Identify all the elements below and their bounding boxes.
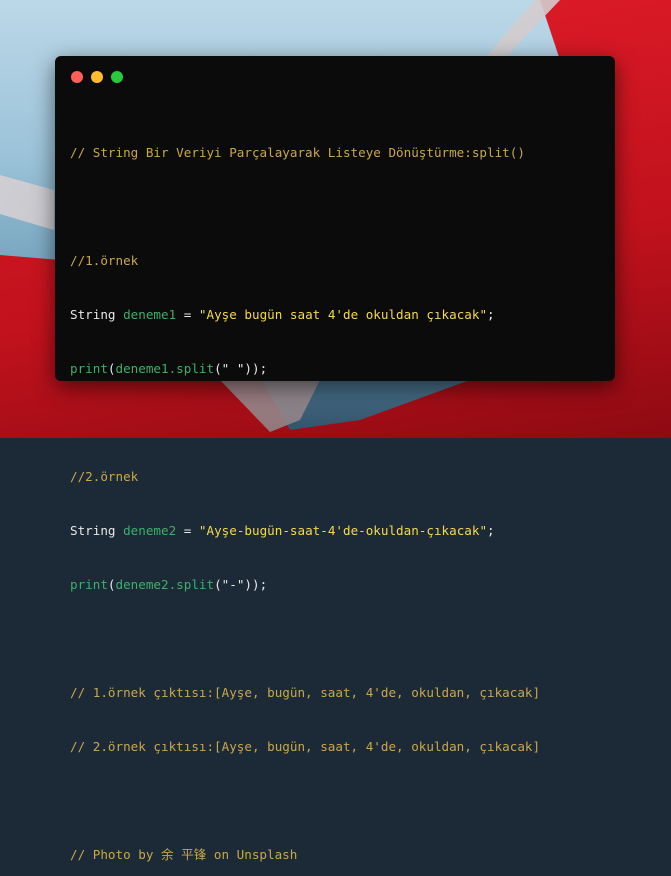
ex2-semi: ;: [487, 523, 495, 538]
ex2-var: deneme2: [123, 523, 177, 538]
code-line-ex2-print: print(deneme2.split("-"));: [70, 576, 605, 594]
ex1-close: );: [252, 361, 268, 376]
ex1-comment: //1.örnek: [70, 253, 139, 268]
code-line-title: // String Bir Veriyi Parçalayarak Listey…: [70, 144, 605, 162]
credit-comment: // Photo by 余 平锋 on Unsplash: [70, 847, 298, 862]
ex2-close: );: [252, 577, 268, 592]
ex2-type: String: [70, 523, 116, 538]
ex1-print-fn: print: [70, 361, 108, 376]
ex1-string: "Ayşe bugün saat 4'de okuldan çıkacak": [198, 307, 488, 322]
ex2-arg: ("-"): [214, 577, 253, 592]
code-line-ex1-comment: //1.örnek: [70, 252, 605, 270]
ex2-assign: =: [176, 523, 199, 538]
ex1-open: (: [107, 361, 116, 376]
code-block: // String Bir Veriyi Parçalayarak Listey…: [70, 108, 605, 876]
ex1-arg: (" "): [214, 361, 253, 376]
code-window: // String Bir Veriyi Parçalayarak Listey…: [55, 56, 615, 862]
code-line-ex1-print: print(deneme1.split(" "));: [70, 360, 605, 378]
ex2-call-obj: deneme2.split: [115, 577, 215, 592]
output1-comment: // 1.örnek çıktısı:[Ayşe, bugün, saat, 4…: [70, 685, 541, 700]
code-line-ex2-decl: String deneme2 = "Ayşe-bugün-saat-4'de-o…: [70, 522, 605, 540]
ex1-var: deneme1: [123, 307, 177, 322]
ex2-string: "Ayşe-bugün-saat-4'de-okuldan-çıkacak": [198, 523, 488, 538]
ex1-type: String: [70, 307, 116, 322]
code-line-output2: // 2.örnek çıktısı:[Ayşe, bugün, saat, 4…: [70, 738, 605, 756]
close-dot-icon[interactable]: [71, 71, 83, 83]
code-line-credit: // Photo by 余 平锋 on Unsplash: [70, 846, 605, 864]
ex2-open: (: [107, 577, 116, 592]
title-comment: // String Bir Veriyi Parçalayarak Listey…: [70, 145, 525, 160]
code-line-ex2-comment: //2.örnek: [70, 468, 605, 486]
ex2-comment: //2.örnek: [70, 469, 139, 484]
ex1-call-obj: deneme1.split: [115, 361, 215, 376]
code-line-output1: // 1.örnek çıktısı:[Ayşe, bugün, saat, 4…: [70, 684, 605, 702]
ex1-assign: =: [176, 307, 199, 322]
ex1-semi: ;: [487, 307, 495, 322]
window-controls: [71, 71, 123, 83]
minimize-dot-icon[interactable]: [91, 71, 103, 83]
maximize-dot-icon[interactable]: [111, 71, 123, 83]
code-line-ex1-decl: String deneme1 = "Ayşe bugün saat 4'de o…: [70, 306, 605, 324]
output2-comment: // 2.örnek çıktısı:[Ayşe, bugün, saat, 4…: [70, 739, 541, 754]
ex2-print-fn: print: [70, 577, 108, 592]
